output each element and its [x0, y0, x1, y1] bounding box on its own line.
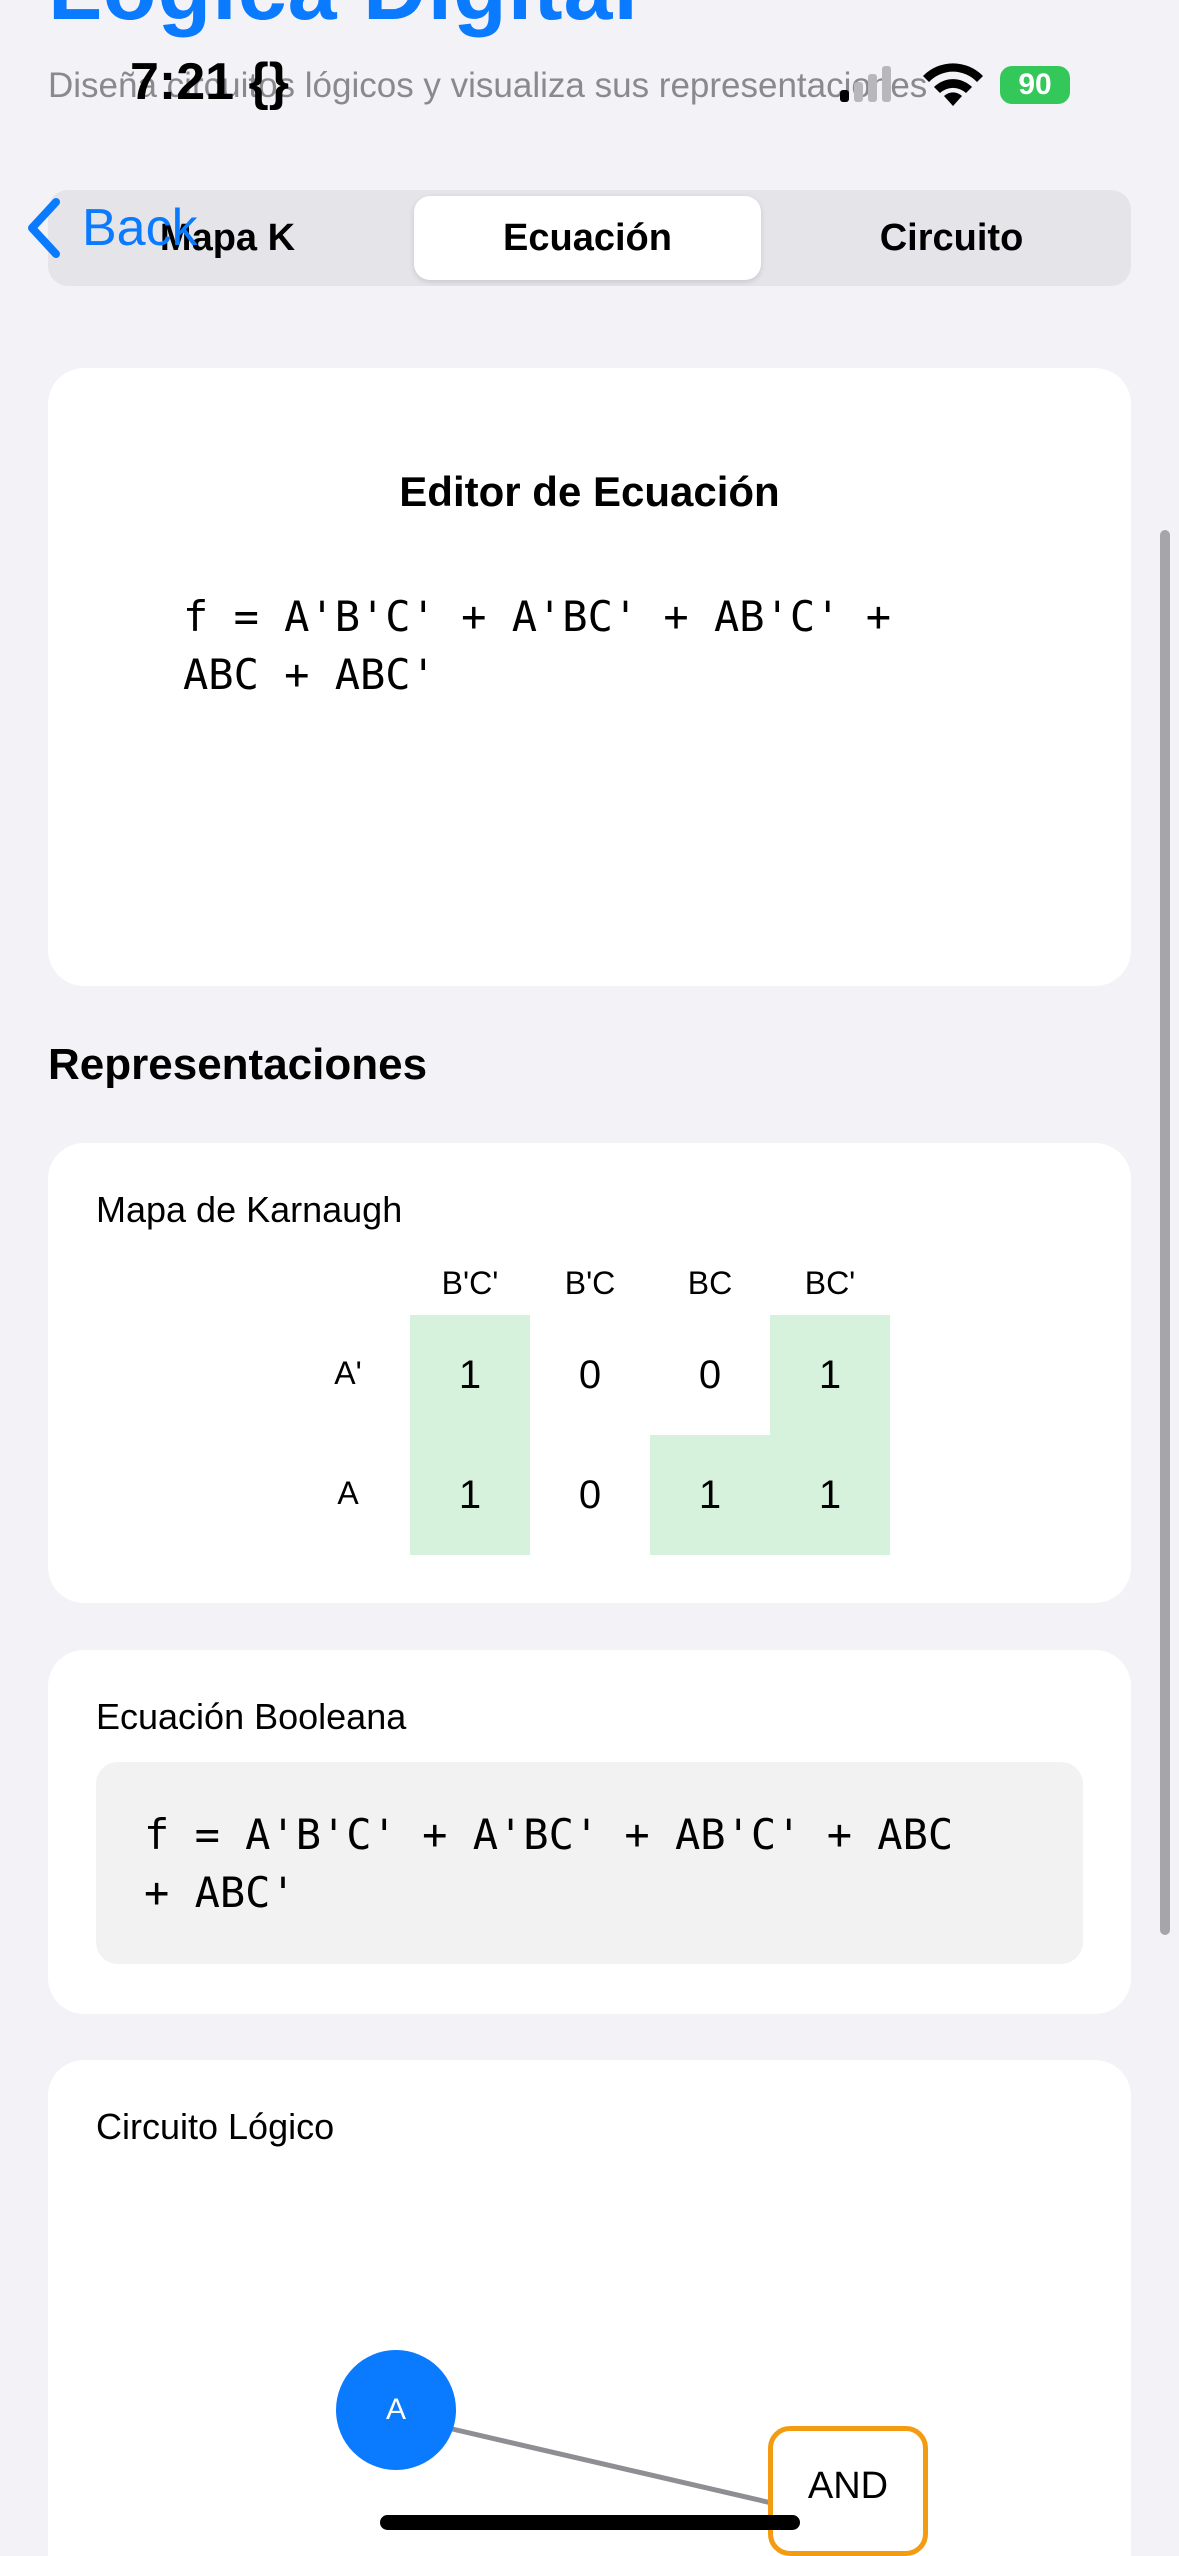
segment-circuito[interactable]: Circuito	[778, 196, 1125, 280]
large-title: Lógica Digital	[48, 0, 639, 40]
representations-heading: Representaciones	[48, 1040, 428, 1089]
battery-icon: 90	[1000, 66, 1070, 104]
view-segmented-control: Mapa K Ecuación Circuito	[48, 190, 1131, 286]
kmap-grid: B'C' B'C BC BC' A' A 1 0 0 1 1 0 1 1	[48, 1143, 1131, 1603]
segment-ecuacion[interactable]: Ecuación	[414, 196, 761, 280]
input-node-a[interactable]: A	[336, 2350, 456, 2470]
kmap-col-header: B'C'	[441, 1265, 499, 1301]
kmap-cell: 1	[770, 1315, 890, 1435]
equation-line: f = A'B'C' + A'BC' + AB'C' +	[183, 592, 892, 641]
battery-level: 90	[1018, 68, 1052, 101]
kmap-row-header: A'	[334, 1355, 362, 1391]
equation-line: ABC + ABC'	[183, 650, 436, 699]
kmap-col-header: BC	[687, 1265, 733, 1301]
equation-input[interactable]: f = A'B'C' + A'BC' + AB'C' + ABC + ABC'	[183, 588, 1003, 704]
kmap-row-header: A	[337, 1475, 359, 1511]
chevron-left-icon	[28, 198, 60, 258]
kmap-card: Mapa de Karnaugh B'C' B'C BC BC' A' A 1 …	[48, 1143, 1131, 1603]
kmap-cell: 1	[770, 1435, 890, 1555]
wire	[447, 2425, 777, 2507]
equation-editor-card: Editor de Ecuación f = A'B'C' + A'BC' + …	[48, 368, 1131, 986]
wifi-icon	[923, 63, 983, 106]
signal-bar	[882, 66, 891, 102]
kmap-cell: 0	[698, 1352, 722, 1397]
scrollbar[interactable]	[1160, 530, 1170, 1935]
kmap-cell: 0	[578, 1352, 602, 1397]
screen: Lógica Digital Diseña circuitos lógicos …	[0, 0, 1179, 2556]
editor-title: Editor de Ecuación	[399, 468, 780, 515]
equation-line: + ABC'	[144, 1868, 296, 1917]
signal-bar	[868, 74, 877, 102]
signal-icon	[840, 90, 849, 102]
boolean-equation-box: f = A'B'C' + A'BC' + AB'C' + ABC + ABC'	[96, 1762, 1083, 1964]
status-time-text: 7:21	[130, 53, 235, 111]
boolean-equation-card: Ecuación Booleana f = A'B'C' + A'BC' + A…	[48, 1650, 1131, 2014]
and-gate[interactable]: AND	[768, 2426, 928, 2556]
status-time: 7:21 {}	[130, 52, 289, 112]
back-label: Back	[82, 199, 198, 257]
kmap-col-header: BC'	[804, 1265, 856, 1301]
boolean-equation-text: f = A'B'C' + A'BC' + AB'C' + ABC + ABC'	[144, 1806, 1044, 1922]
kmap-cell: 0	[578, 1472, 602, 1517]
kmap-cell: 1	[650, 1435, 770, 1555]
equation-line: f = A'B'C' + A'BC' + AB'C' + ABC	[144, 1810, 954, 1859]
boolean-label: Ecuación Booleana	[96, 1696, 407, 1737]
signal-bar	[854, 82, 863, 102]
circuit-card: Circuito Lógico A AND	[48, 2060, 1131, 2556]
status-icons: 90	[840, 62, 1080, 110]
kmap-cell: 1	[410, 1435, 530, 1555]
circuit-wires	[447, 2425, 807, 2556]
kmap-cell: 1	[410, 1315, 530, 1435]
home-indicator[interactable]	[380, 2515, 800, 2530]
status-time-icon: {}	[248, 53, 290, 111]
back-button[interactable]: Back	[26, 196, 198, 260]
kmap-col-header: B'C	[564, 1265, 616, 1301]
